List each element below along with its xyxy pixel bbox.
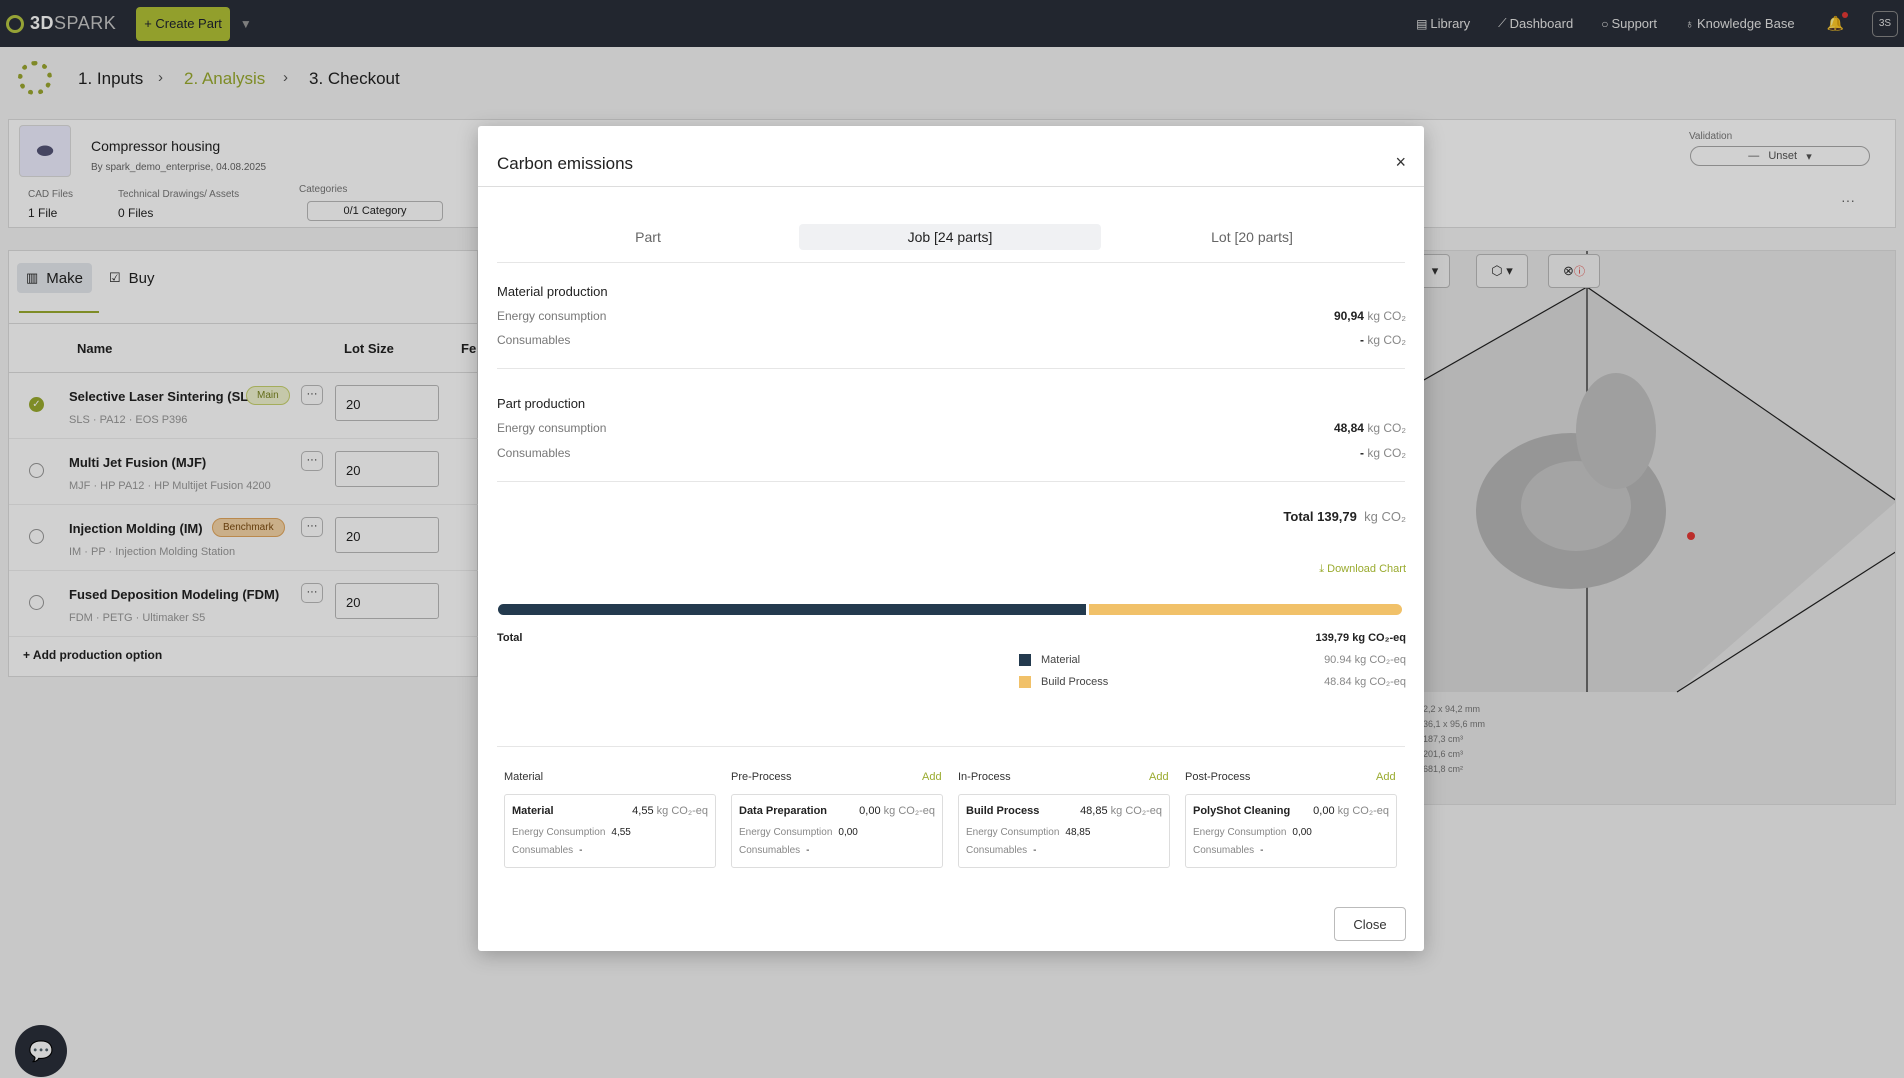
unit: kg CO₂-eq [653, 805, 708, 817]
part-production-heading: Part production [497, 396, 586, 411]
segment-job[interactable]: Job [24 parts] [799, 224, 1101, 250]
card-energy: Energy Consumption 48,85 [966, 827, 1090, 838]
bar-segment-build-process [1089, 604, 1402, 615]
modal-title: Carbon emissions [497, 154, 634, 173]
divider [497, 262, 1405, 263]
pp-energy-value: 48,84 kg CO₂ [1334, 421, 1406, 435]
card-name: Build Process [966, 805, 1040, 817]
consumables-value: - [806, 845, 810, 856]
divider [478, 186, 1424, 187]
bar-total-value: 139,79 kg CO₂-eq [1315, 632, 1406, 644]
value-number: 4,55 [632, 805, 654, 817]
card-name: Material [512, 805, 554, 817]
consumables-value: - [579, 845, 583, 856]
process-card[interactable]: Material 4,55 kg CO₂-eq Energy Consumpti… [504, 794, 716, 868]
consumables-label: Consumables [1193, 845, 1255, 856]
mp-consumables-label: Consumables [497, 333, 571, 347]
energy-label: Energy Consumption [966, 827, 1060, 838]
energy-label: Energy Consumption [512, 827, 606, 838]
value-number: 0,00 [859, 805, 881, 817]
value-number: 48,84 [1333, 421, 1364, 435]
carbon-emissions-modal: Carbon emissions × Part Job [24 parts] L… [478, 126, 1424, 951]
total-value: Total 139,79 [1283, 509, 1357, 524]
legend-swatch [1019, 676, 1031, 688]
unit: kg CO₂ [1367, 421, 1406, 435]
energy-label: Energy Consumption [739, 827, 833, 838]
value-number: 0,00 [1313, 805, 1335, 817]
divider [497, 481, 1405, 482]
card-consumables: Consumables - [739, 845, 810, 856]
legend-label: Build Process [1041, 676, 1109, 688]
download-chart-link[interactable]: ⤓ Download Chart [1319, 563, 1406, 576]
col-material-head: Material [504, 771, 544, 783]
card-energy: Energy Consumption 0,00 [1193, 827, 1312, 838]
pp-consumables-label: Consumables [497, 446, 571, 460]
add-postprocess-button[interactable]: Add [1376, 771, 1396, 783]
col-preprocess-head: Pre-Process [731, 771, 792, 783]
card-consumables: Consumables - [512, 845, 583, 856]
close-icon[interactable]: × [1395, 152, 1406, 173]
bar-segment-material [498, 604, 1087, 615]
add-preprocess-button[interactable]: Add [922, 771, 942, 783]
card-consumables: Consumables - [966, 845, 1037, 856]
card-name: PolyShot Cleaning [1193, 805, 1291, 817]
consumables-label: Consumables [739, 845, 801, 856]
value-number: 48,85 [1080, 805, 1108, 817]
energy-label: Energy Consumption [1193, 827, 1287, 838]
legend-material-value: 90.94 kg CO₂-eq [1324, 654, 1406, 666]
add-inprocess-button[interactable]: Add [1149, 771, 1169, 783]
card-energy: Energy Consumption 0,00 [739, 827, 858, 838]
card-energy: Energy Consumption 4,55 [512, 827, 631, 838]
process-card[interactable]: PolyShot Cleaning 0,00 kg CO₂-eq Energy … [1185, 794, 1397, 868]
segment-lot[interactable]: Lot [20 parts] [1101, 224, 1403, 250]
col-inprocess-head: In-Process [958, 771, 1011, 783]
consumables-value: - [1260, 845, 1264, 856]
legend-build-process: Build Process [1019, 676, 1108, 688]
card-name: Data Preparation [739, 805, 828, 817]
segment-part[interactable]: Part [497, 224, 799, 250]
divider [497, 368, 1405, 369]
unit: kg CO₂ [1367, 446, 1406, 460]
unit: kg CO₂-eq [1107, 805, 1162, 817]
value-number: - [1359, 333, 1364, 347]
unit: kg CO₂ [1367, 309, 1406, 323]
legend-swatch [1019, 654, 1031, 666]
energy-value: 4,55 [611, 827, 631, 838]
col-postprocess-head: Post-Process [1185, 771, 1251, 783]
card-value: 0,00 kg CO₂-eq [859, 805, 935, 817]
emissions-stacked-bar [498, 604, 1402, 615]
mp-consumables-value: - kg CO₂ [1360, 333, 1406, 347]
unit: kg CO₂-eq [1334, 805, 1389, 817]
mp-energy-label: Energy consumption [497, 309, 607, 323]
scope-segmented-control: Part Job [24 parts] Lot [20 parts] [497, 224, 1397, 250]
card-consumables: Consumables - [1193, 845, 1264, 856]
unit: kg CO₂ [1367, 333, 1406, 347]
material-production-heading: Material production [497, 284, 608, 299]
bar-total-label: Total [497, 632, 523, 644]
close-button[interactable]: Close [1334, 907, 1406, 941]
energy-value: 0,00 [838, 827, 858, 838]
card-value: 4,55 kg CO₂-eq [632, 805, 708, 817]
legend-material: Material [1019, 654, 1080, 666]
divider [497, 746, 1405, 747]
legend-build-process-value: 48.84 kg CO₂-eq [1324, 676, 1406, 688]
mp-energy-value: 90,94 kg CO₂ [1334, 309, 1406, 323]
value-number: - [1359, 446, 1364, 460]
consumables-label: Consumables [512, 845, 574, 856]
unit: kg CO₂-eq [880, 805, 935, 817]
card-value: 48,85 kg CO₂-eq [1080, 805, 1162, 817]
unit: kg CO₂ [1364, 509, 1406, 524]
process-card[interactable]: Data Preparation 0,00 kg CO₂-eq Energy C… [731, 794, 943, 868]
consumables-value: - [1033, 845, 1037, 856]
pp-energy-label: Energy consumption [497, 421, 607, 435]
legend-label: Material [1041, 654, 1081, 666]
energy-value: 0,00 [1292, 827, 1312, 838]
value-number: 90,94 [1333, 309, 1364, 323]
energy-value: 48,85 [1065, 827, 1091, 838]
process-card[interactable]: Build Process 48,85 kg CO₂-eq Energy Con… [958, 794, 1170, 868]
pp-consumables-value: - kg CO₂ [1360, 446, 1406, 460]
card-value: 0,00 kg CO₂-eq [1313, 805, 1389, 817]
total-emissions: Total 139,79 kg CO₂ [1283, 509, 1406, 524]
consumables-label: Consumables [966, 845, 1028, 856]
